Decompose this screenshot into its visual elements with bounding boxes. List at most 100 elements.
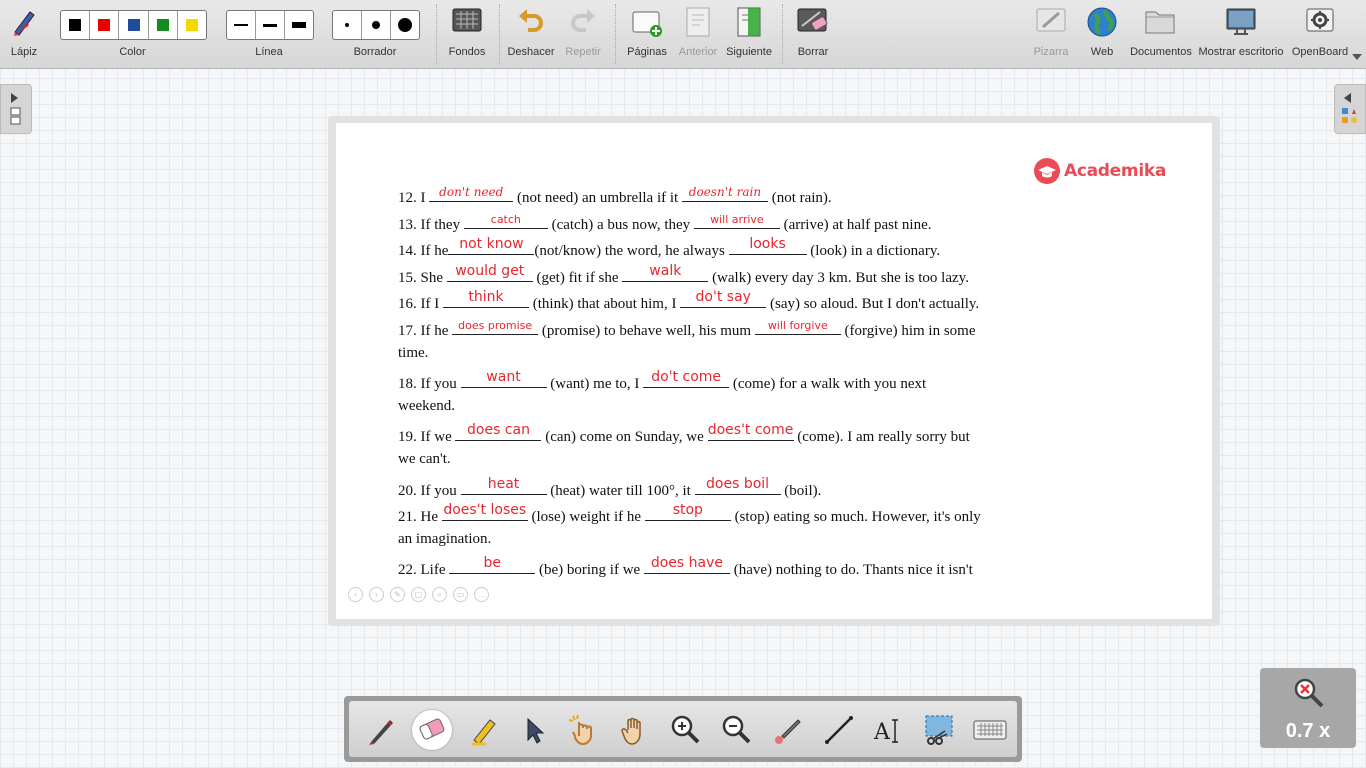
answer-blank[interactable]: think	[443, 289, 529, 309]
exercise-line: time.	[398, 345, 428, 362]
eraser-label: Borrador	[353, 46, 397, 58]
line-text: (come) for a walk with you next	[729, 376, 927, 393]
backgrounds-button[interactable]: Fondos	[442, 0, 492, 68]
answer-blank[interactable]: want	[460, 369, 547, 389]
answer-blank[interactable]: will forgive	[754, 318, 841, 335]
documents-mode-button[interactable]: Documentos	[1128, 0, 1194, 68]
web-mode-button[interactable]: Web	[1080, 0, 1124, 68]
left-palette-toggle[interactable]	[0, 84, 32, 134]
next-page-button[interactable]: Siguiente	[724, 0, 774, 68]
page-edit-icon[interactable]: ✎	[390, 587, 405, 602]
globe-icon	[1087, 7, 1117, 37]
laser-pointer-tool[interactable]	[767, 709, 809, 751]
answer-blank[interactable]: does boil	[694, 476, 781, 495]
capture-tool[interactable]	[919, 709, 961, 751]
answer-blank[interactable]: does promise	[452, 318, 539, 335]
marker-tool[interactable]	[463, 709, 505, 751]
line-text: 19. If we	[398, 429, 456, 446]
line-width-thick[interactable]	[285, 11, 313, 39]
line-text: (be) boring if we	[535, 562, 644, 579]
line-text: (not rain).	[767, 190, 832, 206]
answer-blank[interactable]: will arrive	[693, 212, 780, 229]
answer-blank[interactable]: do't come	[643, 369, 730, 389]
handwritten-answer: do't come	[651, 369, 722, 386]
exercise-line: 16. If I think (think) that about him, I…	[398, 289, 979, 313]
answer-blank[interactable]: does't come	[707, 422, 794, 442]
handwritten-answer: do't say	[695, 289, 751, 306]
chevron-down-icon[interactable]	[1352, 54, 1362, 60]
capture-icon	[925, 715, 953, 745]
page-zoom-icon[interactable]: ⌕	[432, 587, 447, 602]
answer-blank[interactable]: does have	[643, 555, 730, 575]
line-text: (not/know) the word, he always	[534, 243, 729, 260]
eraser-size-medium[interactable]	[362, 11, 391, 39]
exercise-line: 20. If you heat (heat) water till 100°, …	[398, 476, 821, 500]
page-copy-icon[interactable]: ▢	[411, 587, 426, 602]
redo-button[interactable]: Repetir	[560, 0, 606, 68]
previous-page-button[interactable]: Anterior	[674, 0, 722, 68]
document-page[interactable]: Academika 12. I don't need (not need) an…	[336, 123, 1212, 619]
small-dot-icon	[345, 23, 349, 27]
color-swatch-blue[interactable]	[119, 11, 149, 39]
exercise-line: 22. Life be (be) boring if we does have …	[398, 555, 973, 579]
medium-line-icon	[263, 23, 277, 27]
eraser-tool[interactable]	[412, 710, 452, 750]
handwritten-answer: does't loses	[443, 502, 527, 519]
answer-blank[interactable]: do't say	[680, 289, 767, 309]
undo-button[interactable]: Deshacer	[504, 0, 558, 68]
thick-line-icon	[292, 22, 306, 28]
virtual-keyboard-tool[interactable]	[969, 709, 1011, 751]
answer-blank[interactable]: heat	[460, 476, 547, 495]
answer-blank[interactable]: looks	[728, 236, 807, 256]
color-swatch-green[interactable]	[149, 11, 178, 39]
keyboard-icon	[973, 720, 1007, 740]
zoom-indicator[interactable]: 0.7 x	[1260, 668, 1356, 748]
answer-blank[interactable]: doesn't rain	[681, 185, 768, 202]
answer-blank[interactable]: stop	[644, 502, 731, 522]
answer-blank[interactable]: would get	[446, 263, 533, 282]
answer-blank[interactable]: walk	[622, 262, 709, 282]
color-swatch-yellow[interactable]	[178, 11, 206, 39]
line-text: (promise) to behave well, his mum	[538, 323, 755, 339]
line-width-medium[interactable]	[256, 11, 285, 39]
page-forward-icon[interactable]: ›	[369, 587, 384, 602]
eraser-size-small[interactable]	[333, 11, 362, 39]
answer-blank[interactable]: does can	[455, 422, 542, 442]
clear-page-button[interactable]: Borrar	[788, 0, 838, 68]
answer-blank[interactable]: not know	[448, 236, 535, 256]
line-tool[interactable]	[818, 709, 860, 751]
stylus-palette: A	[344, 696, 1022, 762]
hand-tool[interactable]	[614, 709, 656, 751]
openboard-menu-button[interactable]: OpenBoard	[1290, 0, 1350, 68]
exercise-line: 14. If he not know (not/know) the word, he…	[398, 236, 940, 260]
eraser-size-large[interactable]	[391, 11, 419, 39]
page-more-icon[interactable]: …	[474, 587, 489, 602]
pen-tool[interactable]	[361, 709, 403, 751]
board-mode-button[interactable]: Pizarra	[1028, 0, 1074, 68]
page-back-icon[interactable]: ‹	[348, 587, 363, 602]
text-tool[interactable]: A	[869, 709, 911, 751]
answer-blank[interactable]: don't need	[429, 185, 514, 202]
zoom-out-tool[interactable]	[716, 709, 758, 751]
show-desktop-button[interactable]: Mostrar escritorio	[1196, 0, 1286, 68]
swatch-fill	[127, 19, 140, 31]
selector-tool[interactable]	[513, 709, 555, 751]
laser-pointer-icon	[775, 719, 801, 744]
pen-tool-button[interactable]: Lápiz	[0, 0, 48, 68]
answer-blank[interactable]: does't loses	[441, 502, 528, 522]
line-width-thin[interactable]	[227, 11, 256, 39]
exercise-line: an imagination.	[398, 531, 491, 548]
answer-blank[interactable]: catch	[463, 212, 548, 229]
line-text: 15. She	[398, 269, 447, 286]
zoom-in-tool[interactable]	[665, 709, 707, 751]
color-swatch-black[interactable]	[61, 11, 91, 39]
interact-tool[interactable]	[563, 709, 605, 751]
answer-blank[interactable]: be	[449, 555, 536, 575]
color-swatch-red[interactable]	[90, 11, 120, 39]
line-text: 16. If I	[398, 296, 443, 313]
right-palette-toggle[interactable]	[1334, 84, 1366, 134]
pages-button[interactable]: Páginas	[622, 0, 672, 68]
page-duplicate-icon[interactable]: ▭	[453, 587, 468, 602]
handwritten-answer: walk	[649, 262, 682, 279]
line-text: (forgive) him in some	[840, 323, 976, 339]
